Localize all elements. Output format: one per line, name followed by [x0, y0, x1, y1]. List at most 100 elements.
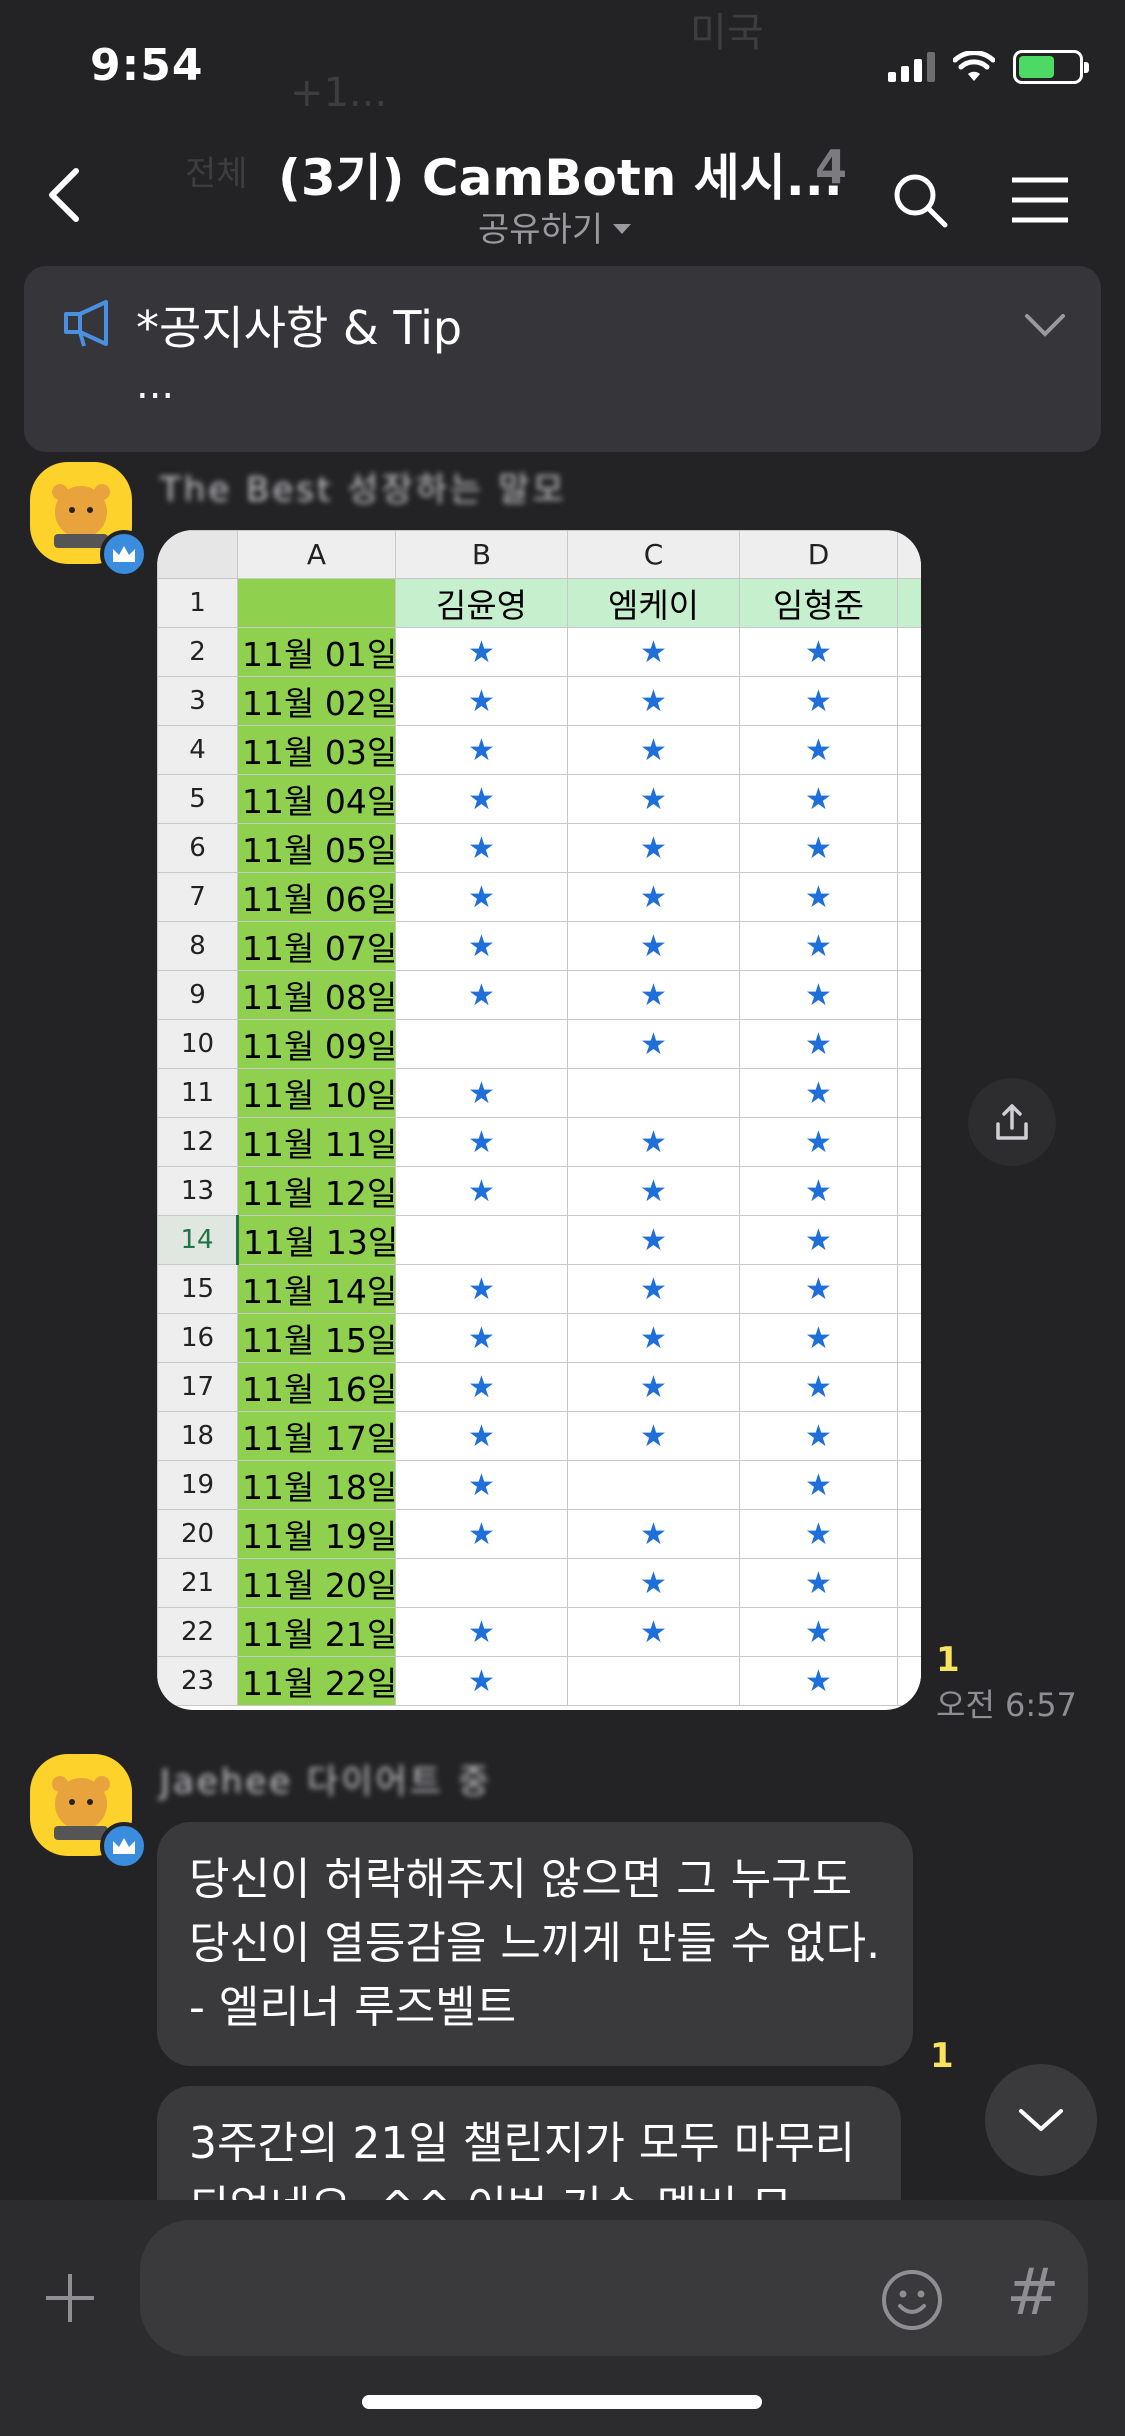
row-header: 12: [157, 1117, 238, 1168]
star-cell: ★: [739, 970, 898, 1021]
star-cell: ★: [739, 1117, 898, 1168]
row-header: 5: [157, 774, 238, 825]
row-header: 19: [157, 1460, 238, 1511]
date-cell: 11월 08일: [237, 970, 397, 1021]
share-label: 공유하기: [478, 210, 604, 250]
notice-banner[interactable]: *공지사항 & Tip ...: [24, 266, 1101, 452]
hashtag-button[interactable]: #: [1006, 2256, 1060, 2330]
star-cell: ★: [395, 1509, 568, 1560]
star-cell: ★: [739, 1607, 898, 1658]
star-cell: ★: [395, 1656, 568, 1707]
date-cell: 11월 01일: [237, 627, 397, 678]
sheet-row: 21 11월 20일 ★ ★: [157, 1558, 921, 1609]
star-cell: ★: [739, 1460, 898, 1511]
unread-count: 1: [936, 1640, 960, 1680]
date-cell: 11월 07일: [237, 921, 397, 972]
star-cell: ★: [395, 725, 568, 776]
name-cell: 김윤영: [395, 578, 568, 629]
date-cell: 11월 16일: [237, 1362, 397, 1413]
share-dropdown[interactable]: 공유하기: [478, 202, 632, 251]
star-cell: ★: [567, 774, 740, 825]
edge-cell: [897, 1068, 921, 1119]
star-cell: ★: [395, 1362, 568, 1413]
avatar[interactable]: [30, 462, 148, 578]
name-cell: 임형준: [739, 578, 898, 629]
back-button[interactable]: [40, 165, 90, 225]
member-count: 4: [815, 140, 848, 194]
column-header: D: [739, 530, 898, 580]
edge-cell: [897, 1166, 921, 1217]
row-header: 9: [157, 970, 238, 1021]
star-cell: [395, 1558, 568, 1609]
battery-icon: [1013, 50, 1089, 84]
column-header: B: [395, 530, 568, 580]
star-cell: ★: [739, 725, 898, 776]
status-bar: 9:54: [0, 0, 1125, 140]
edge-cell: [897, 921, 921, 972]
edge-cell: [897, 1656, 921, 1707]
message-input[interactable]: [140, 2220, 1088, 2356]
sender-name: Jaehee 다이어트 중: [160, 1762, 493, 1802]
star-cell: ★: [739, 1313, 898, 1364]
avatar[interactable]: [30, 1754, 148, 1870]
star-cell: [567, 1460, 740, 1511]
sheet-row: 15 11월 14일 ★ ★ ★: [157, 1264, 921, 1315]
star-cell: ★: [395, 774, 568, 825]
star-cell: ★: [567, 1166, 740, 1217]
sheet-row: 2 11월 01일 ★ ★ ★: [157, 627, 921, 678]
image-message[interactable]: A B C D 1 김윤영 엠케이 임형준 2 11월 01일 ★ ★ ★ 3 11월 02…: [157, 530, 921, 1710]
star-cell: ★: [567, 1509, 740, 1560]
unread-count: 1: [930, 2036, 954, 2076]
star-cell: ★: [395, 1313, 568, 1364]
message-bubble[interactable]: 당신이 허락해주지 않으면 그 누구도 당신이 열등감을 느끼게 만들 수 없다…: [157, 1822, 913, 2066]
chevron-down-icon[interactable]: [1023, 310, 1067, 340]
column-header: C: [567, 530, 740, 580]
plus-button[interactable]: [42, 2270, 98, 2326]
search-button[interactable]: [890, 170, 950, 230]
date-cell: 11월 21일: [237, 1607, 397, 1658]
emoji-button[interactable]: [880, 2268, 944, 2332]
edge-cell: [897, 1460, 921, 1511]
date-cell: 11월 05일: [237, 823, 397, 874]
status-icons: [888, 50, 1089, 84]
row-header: 4: [157, 725, 238, 776]
row-header: 17: [157, 1362, 238, 1413]
star-cell: ★: [739, 1656, 898, 1707]
ghost-text-2: +1...: [290, 70, 388, 116]
date-cell: 11월 12일: [237, 1166, 397, 1217]
star-cell: ★: [739, 1411, 898, 1462]
chat-room-title[interactable]: (3기) CamBotn 세시...: [278, 138, 843, 210]
date-cell: 11월 19일: [237, 1509, 397, 1560]
edge-cell: [897, 1509, 921, 1560]
row-header: 13: [157, 1166, 238, 1217]
scroll-to-bottom-button[interactable]: [985, 2064, 1097, 2176]
row-header: 7: [157, 872, 238, 923]
notice-title: *공지사항 & Tip: [136, 301, 463, 355]
date-cell: 11월 10일: [237, 1068, 397, 1119]
chevron-down-icon: [1019, 2109, 1063, 2131]
wifi-icon: [953, 51, 995, 81]
star-cell: ★: [567, 1607, 740, 1658]
edge-cell: [897, 823, 921, 874]
edge-cell: [897, 1215, 921, 1266]
date-cell: 11월 02일: [237, 676, 397, 727]
star-cell: ★: [567, 1411, 740, 1462]
star-cell: ★: [739, 676, 898, 727]
cellular-signal-icon: [888, 52, 935, 82]
row-header: 10: [157, 1019, 238, 1070]
star-cell: ★: [567, 1215, 740, 1266]
share-icon: [996, 1104, 1028, 1140]
star-cell: [395, 1215, 568, 1266]
row-header: 3: [157, 676, 238, 727]
share-button[interactable]: [968, 1078, 1056, 1166]
edge-cell: [897, 1019, 921, 1070]
status-time: 9:54: [90, 40, 204, 91]
row-header: 15: [157, 1264, 238, 1315]
sheet-row: 17 11월 16일 ★ ★ ★: [157, 1362, 921, 1413]
row-header: 16: [157, 1313, 238, 1364]
sheet-row: 9 11월 08일 ★ ★ ★: [157, 970, 921, 1021]
menu-button[interactable]: [1010, 175, 1070, 225]
star-cell: ★: [567, 1558, 740, 1609]
star-cell: ★: [567, 1117, 740, 1168]
star-cell: ★: [395, 676, 568, 727]
